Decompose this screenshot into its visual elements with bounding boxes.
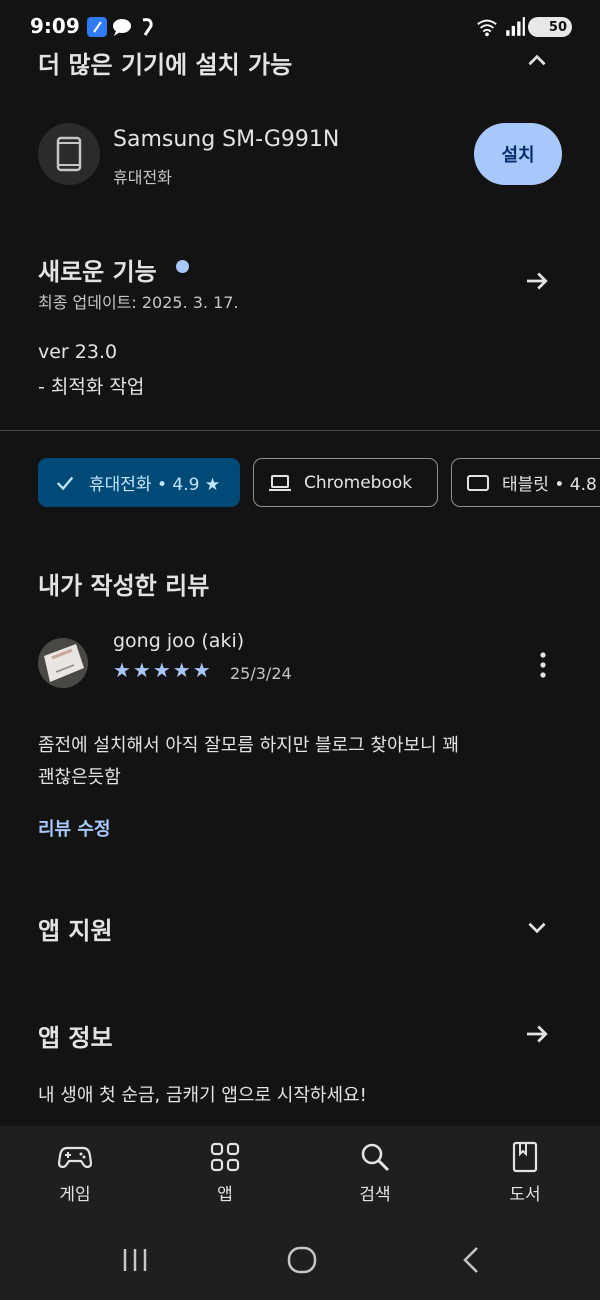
chevron-down-icon[interactable] [524, 914, 550, 940]
section-divider [0, 430, 600, 431]
review-date: 25/3/24 [230, 664, 292, 683]
apps-grid-icon [210, 1142, 240, 1172]
app-info-title[interactable]: 앱 정보 [38, 1018, 113, 1053]
review-text-line1: 좀전에 설치해서 아직 잘모름 하지만 블로그 찾아보니 꽤 [38, 735, 459, 756]
whats-new-title[interactable]: 새로운 기능 [38, 252, 157, 287]
edit-review-link[interactable]: 리뷰 수정 [38, 815, 111, 841]
nav-item-games[interactable]: 게임 [25, 1140, 125, 1205]
home-icon[interactable] [286, 1245, 318, 1275]
device-name: Samsung SM-G991N [113, 127, 340, 152]
more-devices-title: 더 많은 기기에 설치 가능 [38, 51, 293, 79]
tablet-icon [466, 471, 490, 495]
chip-label: 태블릿 • 4.8 ★ [502, 475, 600, 495]
new-indicator-dot [176, 260, 189, 273]
book-icon [512, 1141, 538, 1173]
avatar [38, 638, 88, 688]
status-time: 9:09 [30, 14, 80, 38]
review-stars: ★★★★★ [113, 658, 213, 682]
chip-chromebook[interactable]: Chromebook [253, 458, 438, 507]
check-icon [53, 471, 77, 495]
nav-label: 게임 [59, 1185, 91, 1205]
chip-tablet[interactable]: 태블릿 • 4.8 ★ [451, 458, 600, 507]
chip-label: 휴대전화 • 4.9 ★ [89, 475, 221, 495]
laptop-icon [268, 471, 292, 495]
review-text-line2: 괜찮은듯함 [38, 767, 121, 788]
arrow-right-icon[interactable] [522, 266, 552, 296]
my-review-title: 내가 작성한 리뷰 [38, 572, 210, 600]
review-author: gong joo (aki) [113, 630, 245, 652]
recent-apps-icon[interactable] [120, 1246, 150, 1274]
more-options-icon[interactable] [530, 650, 556, 680]
nav-label: 검색 [359, 1185, 391, 1205]
version-text: ver 23.0 [38, 341, 118, 363]
nav-item-books[interactable]: 도서 [475, 1140, 575, 1205]
device-icon-container [38, 123, 100, 185]
chat-notification-icon [113, 19, 131, 36]
phone-icon [56, 136, 82, 172]
nav-item-apps[interactable]: 앱 [175, 1140, 275, 1205]
release-note: - 최적화 작업 [38, 376, 145, 398]
chevron-up-icon[interactable] [524, 48, 550, 74]
nav-item-search[interactable]: 검색 [325, 1140, 425, 1205]
chip-label: Chromebook [304, 472, 413, 493]
battery-level: 50 [548, 19, 567, 35]
last-updated: 최종 업데이트: 2025. 3. 17. [38, 293, 239, 312]
gamepad-icon [58, 1146, 92, 1169]
battery-indicator: 50 [528, 17, 572, 37]
app-description: 내 생애 첫 순금, 금캐기 앱으로 시작하세요! [38, 1085, 367, 1106]
nav-label: 앱 [217, 1185, 233, 1205]
arrow-right-icon[interactable] [522, 1019, 552, 1049]
signal-icon [506, 17, 525, 36]
install-button[interactable]: 설치 [474, 123, 562, 185]
search-icon [361, 1143, 390, 1172]
back-icon[interactable] [458, 1245, 484, 1275]
wifi-icon [477, 19, 497, 37]
app-support-title[interactable]: 앱 지원 [38, 911, 113, 946]
device-type: 휴대전화 [113, 168, 172, 187]
chip-phone[interactable]: 휴대전화 • 4.9 ★ [38, 458, 240, 507]
app-notification-icon [87, 17, 107, 37]
nav-label: 도서 [509, 1185, 541, 1205]
misc-notification-icon [142, 18, 153, 36]
